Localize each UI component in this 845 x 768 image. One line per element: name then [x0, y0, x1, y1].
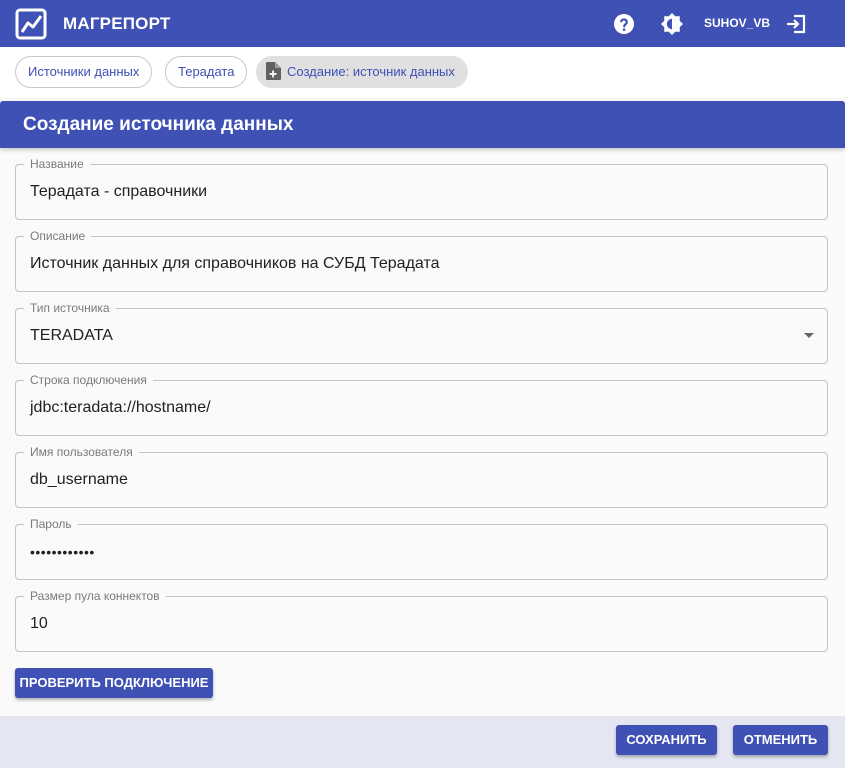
name-value[interactable]: Терадата - справочники [30, 183, 207, 201]
name-field[interactable]: Название Терадата - справочники [15, 157, 828, 220]
logout-icon[interactable] [784, 12, 808, 36]
app-bar: МАГРЕПОРТ SUHOV_VB [0, 0, 845, 47]
test-connection-button[interactable]: ПРОВЕРИТЬ ПОДКЛЮЧЕНИЕ [15, 668, 213, 698]
breadcrumb-data-sources[interactable]: Источники данных [15, 56, 153, 88]
connection-string-field[interactable]: Строка подключения jdbc:teradata://hostn… [15, 373, 828, 436]
chevron-down-icon[interactable] [804, 333, 814, 338]
chart-logo-icon[interactable] [15, 8, 47, 40]
breadcrumb-current[interactable]: Создание: источник данных [256, 56, 468, 88]
save-button[interactable]: СОХРАНИТЬ [616, 725, 717, 755]
file-plus-icon [266, 62, 281, 81]
description-field[interactable]: Описание Источник данных для справочнико… [15, 229, 828, 292]
user-name[interactable]: SUHOV_VB [704, 16, 770, 30]
form-panel: Создание источника данных Название Терад… [0, 97, 845, 768]
connection-string-label: Строка подключения [24, 373, 153, 387]
description-label: Описание [24, 229, 92, 243]
brightness-icon[interactable] [660, 12, 684, 36]
password-value[interactable]: •••••••••••• [30, 543, 95, 561]
password-label: Пароль [24, 517, 78, 531]
source-type-select[interactable]: Тип источника TERADATA [15, 301, 828, 364]
username-label: Имя пользователя [24, 445, 139, 459]
username-value[interactable]: db_username [30, 471, 128, 489]
breadcrumb-current-label: Создание: источник данных [287, 64, 455, 79]
pool-size-value[interactable]: 10 [30, 615, 48, 633]
name-label: Название [24, 157, 90, 171]
cancel-button[interactable]: ОТМЕНИТЬ [733, 725, 828, 755]
source-type-value[interactable]: TERADATA [30, 327, 113, 345]
app-title[interactable]: МАГРЕПОРТ [63, 14, 171, 34]
breadcrumb: Источники данных Терадата Создание: исто… [0, 47, 845, 97]
form-title: Создание источника данных [0, 101, 845, 148]
username-field[interactable]: Имя пользователя db_username [15, 445, 828, 508]
description-value[interactable]: Источник данных для справочников на СУБД… [30, 255, 440, 273]
pool-size-label: Размер пула коннектов [24, 589, 166, 603]
breadcrumb-teradata[interactable]: Терадата [165, 56, 248, 88]
password-field[interactable]: Пароль •••••••••••• [15, 517, 828, 580]
pool-size-field[interactable]: Размер пула коннектов 10 [15, 589, 828, 652]
form-footer: СОХРАНИТЬ ОТМЕНИТЬ [0, 716, 845, 768]
help-icon[interactable] [612, 12, 636, 36]
connection-string-value[interactable]: jdbc:teradata://hostname/ [30, 399, 211, 417]
source-type-label: Тип источника [24, 301, 116, 315]
